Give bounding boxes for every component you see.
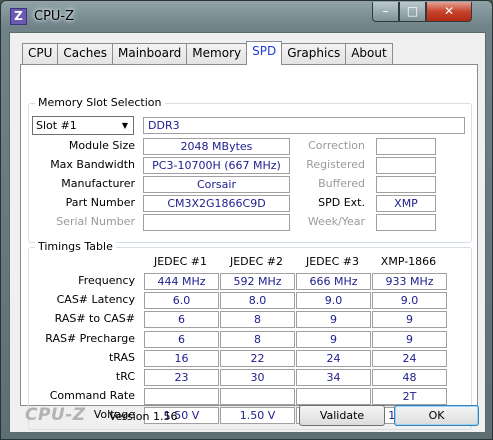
validate-button[interactable]: Validate xyxy=(299,405,385,426)
serial-number-label: Serial Number xyxy=(56,215,135,228)
timings-cell: 30 xyxy=(220,369,295,386)
timings-column-header: JEDEC #3 xyxy=(305,255,359,268)
tab-caches[interactable]: Caches xyxy=(57,43,113,64)
timings-row-label: Command Rate xyxy=(49,389,135,403)
timings-row-label: Frequency xyxy=(78,274,135,287)
slot-select[interactable]: Slot #1 ▼ xyxy=(32,116,134,135)
max-bandwidth-label: Max Bandwidth xyxy=(50,158,135,171)
maximize-button[interactable]: □ xyxy=(399,2,426,22)
maximize-icon: □ xyxy=(406,4,419,18)
buffered-label: Buffered xyxy=(318,177,365,190)
timings-cell: 1.50 V xyxy=(220,407,295,425)
manufacturer-value: Corsair xyxy=(143,176,290,193)
registered-value xyxy=(376,157,436,174)
timings-cell: 9 xyxy=(372,330,447,348)
buffered-value xyxy=(376,176,436,193)
timings-cell: 592 MHz xyxy=(220,273,295,290)
timings-cell: 6.0 xyxy=(144,292,219,310)
week-year-value xyxy=(376,214,436,231)
timings-row-label: RAS# to CAS# xyxy=(54,312,135,326)
timings-cell: 9.0 xyxy=(372,292,447,310)
slot-select-value: Slot #1 xyxy=(36,119,77,132)
timings-column-header: JEDEC #1 xyxy=(153,255,207,268)
part-number-label: Part Number xyxy=(65,196,135,209)
timings-column-header: XMP-1866 xyxy=(380,255,437,268)
part-number-value: CM3X2G1866C9D xyxy=(143,195,290,212)
memory-type-field: DDR3 xyxy=(143,117,465,134)
ok-button[interactable]: OK xyxy=(394,405,479,426)
tab-spd[interactable]: SPD xyxy=(246,41,283,65)
module-size-value: 2048 MBytes xyxy=(143,138,290,155)
timings-cell: 444 MHz xyxy=(144,273,219,290)
timings-cell: 6 xyxy=(144,330,219,348)
tab-memory[interactable]: Memory xyxy=(186,43,248,64)
timings-cell: 2T xyxy=(372,388,447,406)
timings-cell: 6 xyxy=(144,311,219,329)
version-label: Version 1.56 xyxy=(109,410,178,423)
timings-cell: 9 xyxy=(372,311,447,329)
timings-column-header: JEDEC #2 xyxy=(229,255,283,268)
week-year-label: Week/Year xyxy=(307,215,365,228)
memory-slot-group: Memory Slot Selection Slot #1 ▼ DDR3 Mod… xyxy=(28,96,472,243)
timings-row-label: tRAS xyxy=(108,350,135,364)
timings-cell xyxy=(296,388,371,406)
timings-cell: 34 xyxy=(296,369,371,386)
timings-cell: 24 xyxy=(372,349,447,367)
tab-cpu[interactable]: CPU xyxy=(22,43,59,64)
timings-cell: 8 xyxy=(220,330,295,348)
cpuz-app-icon[interactable]: Z xyxy=(10,8,27,25)
timings-cell: 24 xyxy=(296,349,371,367)
memory-slot-group-title: Memory Slot Selection xyxy=(35,96,165,109)
timings-row-label: tRC xyxy=(115,370,135,383)
spd-ext-label: SPD Ext. xyxy=(318,196,365,209)
timings-cell: 22 xyxy=(220,349,295,367)
timings-group: Timings Table JEDEC #1 JEDEC #2 JEDEC #3 XM… xyxy=(28,240,472,430)
registered-label: Registered xyxy=(306,158,365,171)
window-title: CPU-Z xyxy=(34,9,75,24)
timings-cell xyxy=(144,388,219,406)
timings-cell xyxy=(220,388,295,406)
tab-mainboard[interactable]: Mainboard xyxy=(111,43,188,64)
timings-cell: 9 xyxy=(296,330,371,348)
serial-number-value xyxy=(143,214,290,231)
minimize-button[interactable]: – xyxy=(372,2,399,22)
timings-cell: 9 xyxy=(296,311,371,329)
timings-group-title: Timings Table xyxy=(35,240,116,253)
tab-about[interactable]: About xyxy=(345,43,393,64)
chevron-down-icon[interactable]: ▼ xyxy=(119,119,131,132)
cpuz-window: Z CPU-Z – □ ✕ CPU Caches Mainboard Memory SP… xyxy=(0,0,493,440)
timings-cell: 9.0 xyxy=(296,292,371,310)
timings-row-label: RAS# Precharge xyxy=(45,331,135,345)
title-bar[interactable]: Z CPU-Z – □ ✕ xyxy=(1,1,492,31)
timings-cell: 16 xyxy=(144,349,219,367)
cpuz-logo: CPU-Z xyxy=(25,405,86,425)
correction-value xyxy=(376,138,436,155)
spd-panel: Memory Slot Selection Slot #1 ▼ DDR3 Mod… xyxy=(20,64,478,430)
timings-row-label: CAS# Latency xyxy=(56,293,135,307)
manufacturer-label: Manufacturer xyxy=(61,177,135,190)
max-bandwidth-value: PC3-10700H (667 MHz) xyxy=(143,157,290,174)
module-size-label: Module Size xyxy=(68,139,135,152)
timings-cell: 8 xyxy=(220,311,295,329)
timings-cell: 933 MHz xyxy=(372,273,447,290)
minimize-icon: – xyxy=(382,4,389,18)
timings-cell: 23 xyxy=(144,369,219,386)
spd-ext-value: XMP xyxy=(376,195,436,212)
tab-graphics[interactable]: Graphics xyxy=(281,43,347,64)
timings-cell: 666 MHz xyxy=(296,273,371,290)
correction-label: Correction xyxy=(308,139,365,152)
client-area: CPU Caches Mainboard Memory SPD Graphics About… xyxy=(9,32,486,433)
close-button[interactable]: ✕ xyxy=(426,2,472,22)
timings-cell: 8.0 xyxy=(220,292,295,310)
timings-cell: 48 xyxy=(372,369,447,386)
close-icon: ✕ xyxy=(443,4,455,18)
tab-bar: CPU Caches Mainboard Memory SPD Graphics About xyxy=(22,41,393,65)
